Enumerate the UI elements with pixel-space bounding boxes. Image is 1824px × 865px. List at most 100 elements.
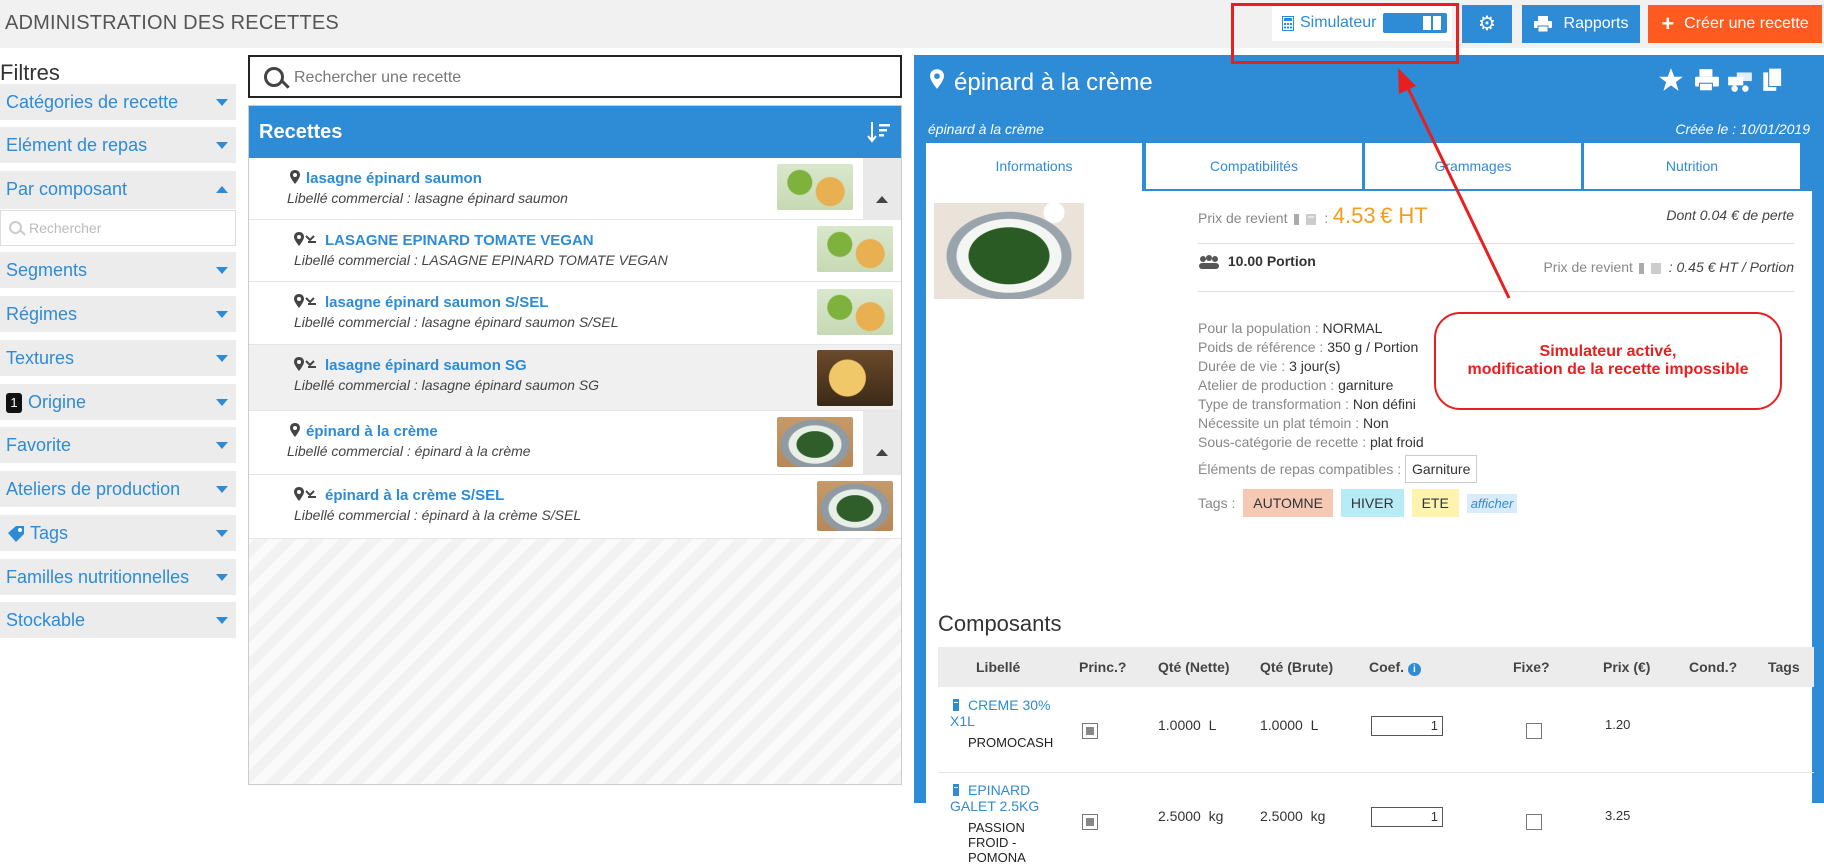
filter-tags[interactable]: Tags bbox=[0, 515, 236, 551]
column-header: Cond.? bbox=[1689, 659, 1738, 675]
recipes-panel: Recettes lasagne épinard saumon Libellé … bbox=[248, 105, 902, 785]
tag-icon bbox=[8, 526, 24, 543]
component-supplier-line3: POMONA bbox=[968, 850, 1026, 865]
filter-label: Origine bbox=[28, 392, 87, 412]
tab-informations[interactable]: Informations bbox=[926, 143, 1142, 195]
info-subcategory: Sous-catégorie de recette : plat froid bbox=[1198, 434, 1424, 450]
recipe-row[interactable]: LASAGNE EPINARD TOMATE VEGAN Libellé com… bbox=[249, 220, 901, 282]
chevron-down-icon bbox=[216, 486, 228, 493]
create-recipe-button[interactable]: + Créer une recette bbox=[1648, 5, 1822, 43]
info-witness-dish: Nécessite un plat témoin : Non bbox=[1198, 415, 1389, 431]
recipe-row[interactable]: lasagne épinard saumon Libellé commercia… bbox=[249, 158, 901, 220]
info-population: Pour la population : NORMAL bbox=[1198, 320, 1383, 336]
filter-stockable[interactable]: Stockable bbox=[0, 602, 236, 638]
component-name[interactable]: EPINARD bbox=[968, 782, 1030, 798]
recipe-title: lasagne épinard saumon bbox=[306, 170, 482, 187]
recipe-photo bbox=[934, 203, 1084, 299]
product-icon bbox=[953, 699, 959, 711]
recipe-row[interactable]: épinard à la crème S/SEL Libellé commerc… bbox=[249, 475, 901, 539]
recipe-detail-panel: épinard à la crème épinard à la crème Cr… bbox=[914, 55, 1824, 865]
tag-chip: ETE bbox=[1411, 489, 1459, 517]
tab-grammages[interactable]: Grammages bbox=[1365, 143, 1581, 189]
star-icon[interactable] bbox=[1658, 67, 1684, 93]
component-search-placeholder: Rechercher bbox=[29, 220, 102, 236]
component-price: 3.25 bbox=[1605, 808, 1631, 823]
recipe-subtitle: Libellé commercial : épinard à la crème … bbox=[294, 507, 582, 523]
coefficient-input[interactable]: 1 bbox=[1371, 716, 1443, 736]
recipe-title: lasagne épinard saumon S/SEL bbox=[325, 294, 549, 311]
settings-button[interactable]: ⚙ bbox=[1462, 5, 1512, 43]
collapse-group-toggle[interactable] bbox=[863, 158, 901, 220]
filter-label: Textures bbox=[6, 348, 75, 368]
component-name-line2[interactable]: X1L bbox=[950, 713, 975, 729]
tag-chip: HIVER bbox=[1340, 489, 1404, 517]
chevron-down-icon bbox=[216, 99, 228, 106]
recipe-thumbnail bbox=[777, 417, 853, 467]
filter-textures[interactable]: Textures bbox=[0, 340, 236, 376]
component-name[interactable]: CREME 30% bbox=[968, 697, 1050, 713]
printer-icon bbox=[1533, 16, 1552, 32]
show-more-tags-link[interactable]: afficher bbox=[1466, 494, 1518, 513]
fixed-checkbox[interactable] bbox=[1526, 814, 1542, 830]
cost-unit: € HT bbox=[1380, 203, 1428, 228]
tab-nutrition[interactable]: Nutrition bbox=[1584, 143, 1800, 189]
filter-nutrition-families[interactable]: Familles nutritionnelles bbox=[0, 559, 236, 595]
filter-production-workshops[interactable]: Ateliers de production bbox=[0, 471, 236, 507]
gear-icon: ⚙ bbox=[1478, 13, 1496, 35]
recipes-header: Recettes bbox=[249, 106, 901, 158]
component-supplier: PASSION bbox=[968, 820, 1025, 835]
coefficient-input[interactable]: 1 bbox=[1371, 807, 1443, 827]
recipe-subtitle: Libellé commercial : lasagne épinard sau… bbox=[287, 190, 568, 206]
recipe-row[interactable]: lasagne épinard saumon S/SEL Libellé com… bbox=[249, 282, 901, 345]
chevron-down-icon bbox=[216, 399, 228, 406]
recipe-thumbnail bbox=[817, 350, 893, 406]
recipes-title: Recettes bbox=[259, 121, 343, 143]
search-icon bbox=[9, 221, 22, 234]
recipe-thumbnail bbox=[777, 164, 853, 210]
sort-icon[interactable] bbox=[867, 120, 891, 144]
annotation-highlight-box bbox=[1231, 3, 1459, 64]
recipe-tags: Tags : AUTOMNE HIVER ETE afficher bbox=[1198, 489, 1518, 517]
column-header: Coef. i bbox=[1369, 659, 1421, 676]
reports-button[interactable]: Rapports bbox=[1522, 5, 1640, 43]
plus-icon: + bbox=[1661, 11, 1675, 36]
annotation-line: Simulateur activé, bbox=[1539, 343, 1677, 360]
main-component-checkbox bbox=[1082, 814, 1098, 830]
collapse-group-toggle[interactable] bbox=[863, 411, 901, 475]
loss-amount: Dont 0.04 € de perte bbox=[1666, 207, 1794, 223]
duplicate-icon[interactable] bbox=[1762, 67, 1784, 93]
chevron-down-icon bbox=[216, 355, 228, 362]
filter-segments[interactable]: Segments bbox=[0, 252, 236, 288]
filter-recipe-categories[interactable]: Catégories de recette bbox=[0, 84, 236, 120]
chevron-up-icon bbox=[216, 186, 228, 193]
filter-meal-element[interactable]: Elément de repas bbox=[0, 127, 236, 163]
gross-quantity: 1.0000 L bbox=[1260, 717, 1319, 733]
print-icon[interactable] bbox=[1694, 67, 1720, 93]
filter-label: Ateliers de production bbox=[6, 479, 181, 499]
info-shelf-life: Durée de vie : 3 jour(s) bbox=[1198, 358, 1341, 374]
recipe-search-input[interactable] bbox=[292, 65, 886, 91]
recipe-row[interactable]: épinard à la crème Libellé commercial : … bbox=[249, 411, 901, 475]
table-header: Libellé Princ.? Qté (Nette) Qté (Brute) … bbox=[938, 647, 1814, 687]
component-price: 1.20 bbox=[1605, 717, 1631, 732]
component-search-input[interactable]: Rechercher bbox=[0, 210, 236, 246]
column-header: Prix (€) bbox=[1603, 659, 1651, 675]
filter-by-component[interactable]: Par composant bbox=[0, 171, 236, 209]
filter-favorite[interactable]: Favorite bbox=[0, 427, 236, 463]
divider bbox=[1198, 291, 1794, 292]
filter-diets[interactable]: Régimes bbox=[0, 296, 236, 332]
origin-count-badge: 1 bbox=[6, 393, 22, 414]
info-reference-weight: Poids de référence : 350 g / Portion bbox=[1198, 339, 1419, 355]
recipe-title: épinard à la crème bbox=[306, 423, 438, 440]
recipe-search-box bbox=[248, 55, 902, 98]
component-name-line2[interactable]: GALET 2.5KG bbox=[950, 798, 1039, 814]
print-multiple-icon[interactable] bbox=[1726, 67, 1754, 93]
page-title: ADMINISTRATION DES RECETTES bbox=[5, 12, 339, 34]
filter-label: Favorite bbox=[6, 435, 72, 455]
pin-variant-icon bbox=[294, 294, 316, 308]
filter-origin[interactable]: 1 Origine bbox=[0, 384, 236, 420]
tab-compatibilites[interactable]: Compatibilités bbox=[1146, 143, 1362, 189]
column-header[interactable]: Libellé bbox=[976, 659, 1020, 675]
fixed-checkbox[interactable] bbox=[1526, 723, 1542, 739]
recipe-row-selected[interactable]: lasagne épinard saumon SG Libellé commer… bbox=[249, 345, 901, 411]
